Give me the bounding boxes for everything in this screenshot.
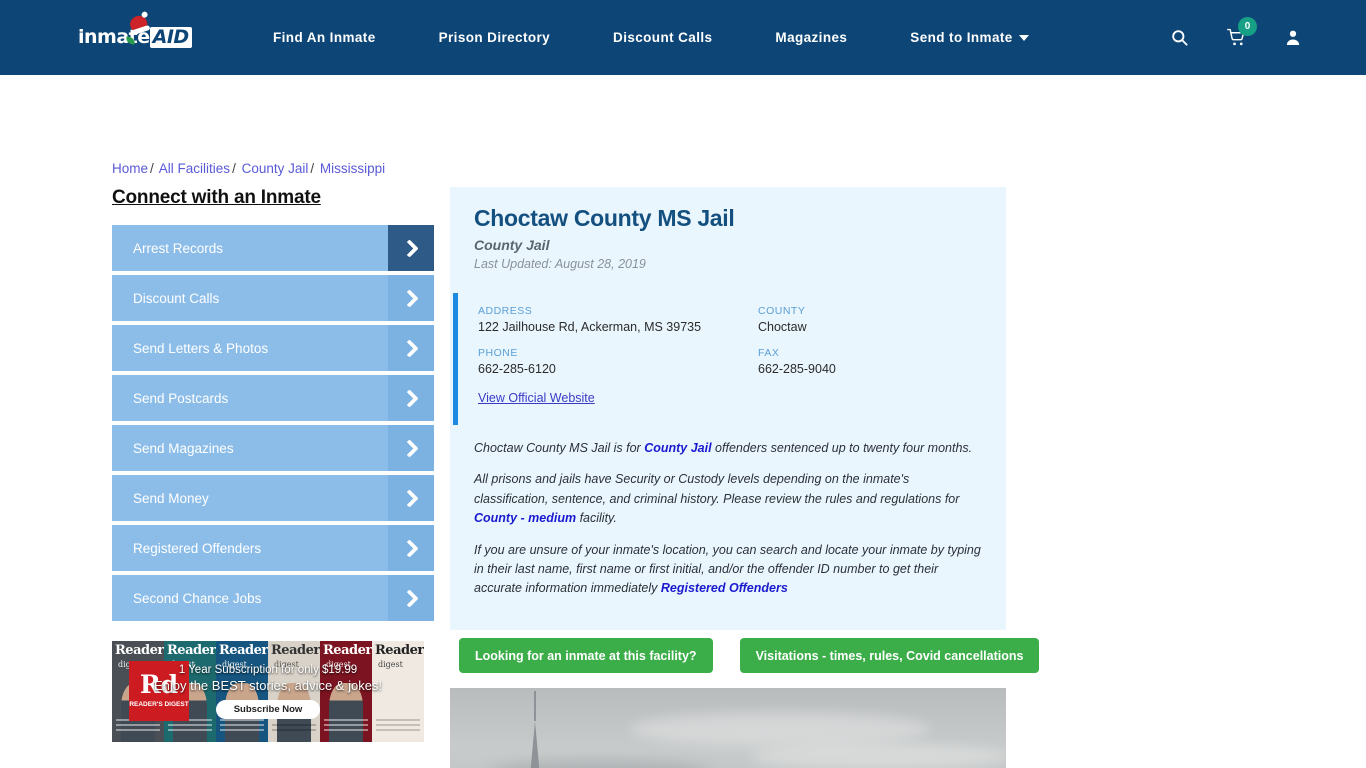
last-updated-text: Last Updated: August 28, 2019 <box>474 257 646 271</box>
sidebar-item-send-postcards[interactable]: Send Postcards <box>112 375 434 421</box>
p1-text-2: offenders sentenced up to twenty four mo… <box>711 441 973 455</box>
fax-label: FAX <box>758 347 780 359</box>
chevron-right-icon <box>388 525 434 571</box>
page-title: Choctaw County MS Jail <box>474 205 735 231</box>
sidebar-item-send-letters-photos[interactable]: Send Letters & Photos <box>112 325 434 371</box>
phone-value: 662-285-6120 <box>478 362 556 376</box>
ad-overlay: 1 Year Subscription for only $19.99 Enjo… <box>112 641 424 742</box>
sidebar-item-label: Send Letters & Photos <box>133 340 269 356</box>
facility-contact-block: ADDRESS 122 Jailhouse Rd, Ackerman, MS 3… <box>450 293 1006 425</box>
nav-item-send-to-inmate-label: Send to Inmate <box>910 30 1013 45</box>
sidebar-item-registered-offenders[interactable]: Registered Offenders <box>112 525 434 571</box>
description-paragraph-2: All prisons and jails have Security or C… <box>474 470 982 528</box>
sidebar-item-label: Send Postcards <box>133 390 229 406</box>
address-label: ADDRESS <box>478 305 533 317</box>
address-value: 122 Jailhouse Rd, Ackerman, MS 39735 <box>478 320 702 334</box>
cta-button-row: Looking for an inmate at this facility? … <box>459 638 1040 673</box>
chevron-down-icon <box>1018 34 1029 41</box>
santa-hat-icon <box>128 13 149 33</box>
county-value: Choctaw <box>758 320 807 334</box>
p3-link-registered-offenders[interactable]: Registered Offenders <box>661 581 788 595</box>
sidebar-item-label: Discount Calls <box>133 290 220 306</box>
facility-description: Choctaw County MS Jail is for County Jai… <box>474 439 982 599</box>
site-header: inmate AID Find An Inmate Prison Director… <box>0 0 1366 75</box>
advertisement-banner[interactable]: Reader's digest Reader's digest Reader's… <box>112 641 424 742</box>
chevron-right-icon <box>388 475 434 521</box>
chevron-right-icon <box>388 575 434 621</box>
sidebar-item-label: Arrest Records <box>133 240 224 256</box>
sidebar-item-label: Second Chance Jobs <box>133 590 262 606</box>
phone-label: PHONE <box>478 347 518 359</box>
sidebar: Connect with an Inmate Arrest Records Di… <box>112 187 434 625</box>
cart-count-badge: 0 <box>1238 17 1257 36</box>
nav-item-send-to-inmate[interactable]: Send to Inmate <box>910 30 1029 45</box>
main-navigation: Find An Inmate Prison Directory Discount… <box>273 30 1029 45</box>
sidebar-item-arrest-records[interactable]: Arrest Records <box>112 225 434 271</box>
sidebar-item-send-magazines[interactable]: Send Magazines <box>112 425 434 471</box>
ad-headline: 1 Year Subscription for only $19.99 <box>178 664 358 676</box>
facility-info-panel: Choctaw County MS Jail County Jail Last … <box>450 187 1006 630</box>
sidebar-item-label: Send Money <box>133 490 209 506</box>
chevron-right-icon <box>388 275 434 321</box>
breadcrumb: Home / All Facilities / County Jail / Missi… <box>112 161 385 176</box>
user-account-icon[interactable] <box>1284 28 1302 47</box>
p2-text-2: facility. <box>576 511 617 526</box>
description-paragraph-1: Choctaw County MS Jail is for County Jai… <box>474 439 982 458</box>
county-field: COUNTY Choctaw <box>758 305 1006 334</box>
ad-subscribe-button[interactable]: Subscribe Now <box>215 700 321 719</box>
logo-word-aid: AID <box>149 27 192 48</box>
site-logo[interactable]: inmate AID <box>78 13 192 55</box>
phone-field: PHONE 662-285-6120 <box>478 347 758 376</box>
sidebar-title: Connect with an Inmate <box>112 187 321 208</box>
sidebar-item-second-chance-jobs[interactable]: Second Chance Jobs <box>112 575 434 621</box>
chevron-right-icon <box>388 425 434 471</box>
sidebar-item-send-money[interactable]: Send Money <box>112 475 434 521</box>
fax-field: FAX 662-285-9040 <box>758 347 1006 376</box>
contact-grid: ADDRESS 122 Jailhouse Rd, Ackerman, MS 3… <box>478 305 1006 376</box>
sidebar-item-discount-calls[interactable]: Discount Calls <box>112 275 434 321</box>
nav-item-magazines[interactable]: Magazines <box>775 30 847 45</box>
cart-icon[interactable]: 0 <box>1226 17 1257 47</box>
view-official-website-link[interactable]: View Official Website <box>478 391 595 405</box>
chevron-right-icon <box>388 225 434 271</box>
breadcrumb-item-county-jail[interactable]: County Jail <box>242 161 309 176</box>
p2-text-1: All prisons and jails have Security or C… <box>474 472 960 506</box>
breadcrumb-separator-2: / <box>232 161 236 176</box>
breadcrumb-item-mississippi[interactable]: Mississippi <box>320 161 385 176</box>
fax-value: 662-285-9040 <box>758 362 836 376</box>
breadcrumb-separator-1: / <box>150 161 154 176</box>
p2-link-county-medium[interactable]: County - medium <box>474 511 576 525</box>
nav-item-prison-directory[interactable]: Prison Directory <box>439 30 550 45</box>
sidebar-item-label: Registered Offenders <box>133 540 262 556</box>
visitations-button[interactable]: Visitations - times, rules, Covid cancel… <box>739 638 1040 673</box>
chevron-right-icon <box>388 325 434 371</box>
p1-link-county-jail[interactable]: County Jail <box>644 441 711 455</box>
header-icon-group: 0 <box>1170 0 1302 75</box>
description-paragraph-3: If you are unsure of your inmate's locat… <box>474 541 982 599</box>
facility-type: County Jail <box>474 237 550 253</box>
search-icon[interactable] <box>1170 28 1189 47</box>
nav-item-find-an-inmate[interactable]: Find An Inmate <box>273 30 376 45</box>
address-field: ADDRESS 122 Jailhouse Rd, Ackerman, MS 3… <box>478 305 758 334</box>
breadcrumb-separator-3: / <box>310 161 315 176</box>
ad-subheadline: Enjoy the BEST stories, advice & jokes! <box>153 678 383 693</box>
breadcrumb-item-home[interactable]: Home <box>112 161 148 176</box>
county-label: COUNTY <box>758 305 806 317</box>
chevron-right-icon <box>388 375 434 421</box>
facility-photo <box>450 688 1006 768</box>
looking-for-inmate-button[interactable]: Looking for an inmate at this facility? <box>459 638 713 673</box>
sidebar-item-label: Send Magazines <box>133 440 234 456</box>
cell-tower <box>526 691 544 768</box>
breadcrumb-item-all-facilities[interactable]: All Facilities <box>159 161 230 176</box>
nav-item-discount-calls[interactable]: Discount Calls <box>613 30 712 45</box>
p1-text-1: Choctaw County MS Jail is for <box>474 441 645 455</box>
